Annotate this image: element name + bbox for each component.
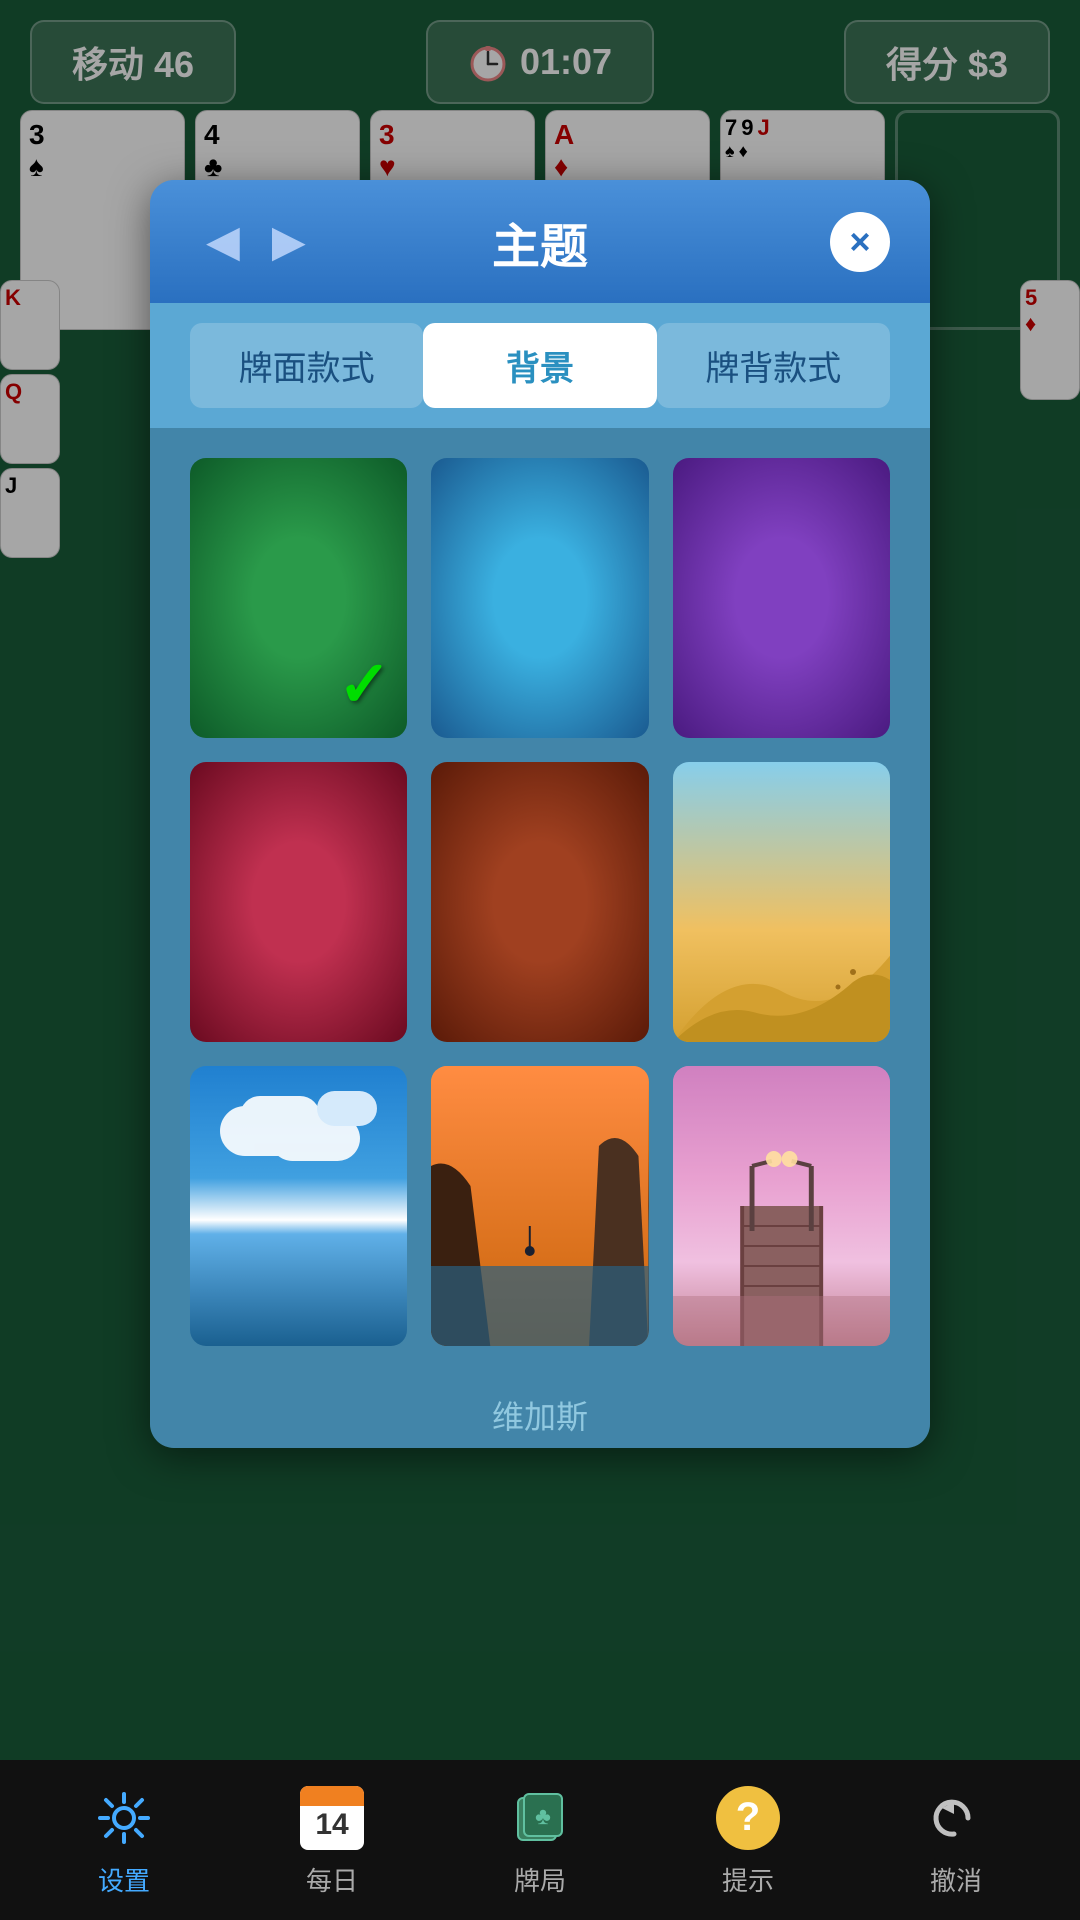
- nav-settings[interactable]: 设置: [89, 1783, 159, 1898]
- theme-desert[interactable]: [673, 762, 890, 1042]
- modal-header: ◀ 主题 ▶ ×: [150, 180, 930, 303]
- nav-daily[interactable]: 14 每日: [297, 1783, 367, 1898]
- next-arrow[interactable]: ▶: [256, 208, 322, 275]
- theme-cliffs[interactable]: [431, 1066, 648, 1346]
- theme-green[interactable]: ✓: [190, 458, 407, 738]
- undo-label: 撤消: [930, 1861, 982, 1898]
- theme-brown[interactable]: [431, 762, 648, 1042]
- tab-background[interactable]: 背景: [423, 323, 656, 408]
- nav-hint[interactable]: ? 提示: [713, 1783, 783, 1898]
- tab-card-face[interactable]: 牌面款式: [190, 323, 423, 408]
- cards-icon: ♣: [505, 1783, 575, 1853]
- selected-check: ✓: [338, 647, 392, 722]
- theme-red[interactable]: [190, 762, 407, 1042]
- nav-undo[interactable]: 撤消: [921, 1783, 991, 1898]
- prev-arrow[interactable]: ◀: [190, 208, 256, 275]
- theme-blue[interactable]: [431, 458, 648, 738]
- bottom-label: 维加斯: [150, 1376, 930, 1448]
- modal-overlay: ◀ 主题 ▶ × 牌面款式 背景 牌背款式 ✓: [0, 0, 1080, 1920]
- pier-svg: [673, 1066, 890, 1346]
- bottom-navigation: 设置 14 每日 ♣ 牌局 ? 提示: [0, 1760, 1080, 1920]
- theme-ocean[interactable]: [190, 1066, 407, 1346]
- modal-title: 主题: [492, 207, 588, 277]
- theme-grid: ✓: [150, 428, 930, 1376]
- tabs-container: 牌面款式 背景 牌背款式: [150, 303, 930, 428]
- settings-label: 设置: [98, 1861, 150, 1898]
- game-label: 牌局: [514, 1861, 566, 1898]
- settings-icon: [89, 1783, 159, 1853]
- close-button[interactable]: ×: [830, 212, 890, 272]
- desert-dunes-svg: [673, 922, 890, 1042]
- cliffs-svg: [431, 1066, 648, 1346]
- hint-label: 提示: [722, 1861, 774, 1898]
- theme-modal: ◀ 主题 ▶ × 牌面款式 背景 牌背款式 ✓: [150, 180, 930, 1448]
- undo-icon: [921, 1783, 991, 1853]
- calendar-icon: 14: [297, 1783, 367, 1853]
- theme-purple[interactable]: [673, 458, 890, 738]
- nav-game[interactable]: ♣ 牌局: [505, 1783, 575, 1898]
- hint-icon: ?: [713, 1783, 783, 1853]
- svg-text:♣: ♣: [535, 1804, 551, 1830]
- theme-pier[interactable]: [673, 1066, 890, 1346]
- tab-card-back[interactable]: 牌背款式: [657, 323, 890, 408]
- daily-label: 每日: [306, 1861, 358, 1898]
